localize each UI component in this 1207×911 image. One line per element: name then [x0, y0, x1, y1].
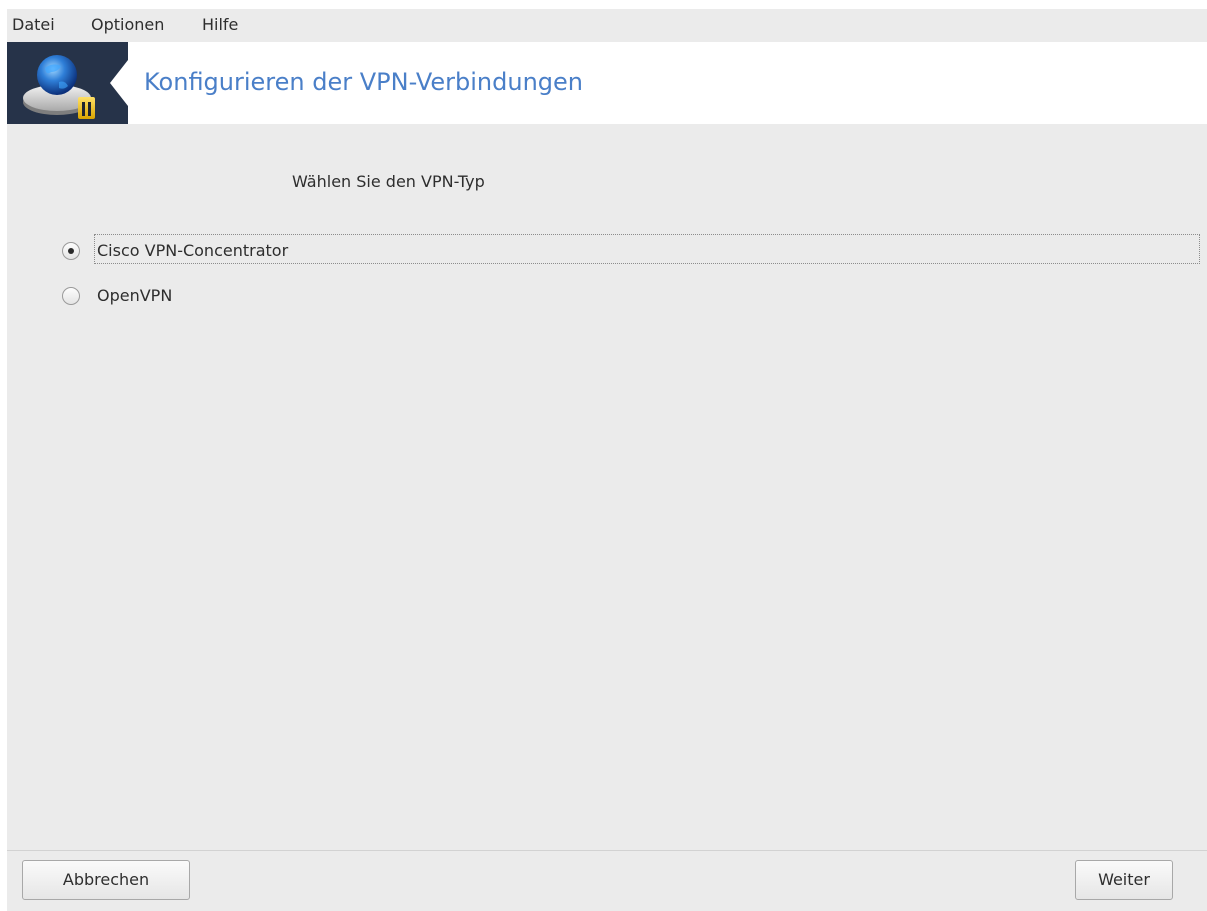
cancel-button[interactable]: Abbrechen [22, 860, 190, 900]
header-banner: Konfigurieren der VPN-Verbindungen [7, 42, 1207, 124]
instruction-text: Wählen Sie den VPN-Typ [292, 172, 485, 191]
vpn-network-globe-lock-icon [23, 55, 128, 119]
radio-label-openvpn[interactable]: OpenVPN [95, 284, 174, 307]
radio-selected-dot [68, 248, 74, 254]
next-button[interactable]: Weiter [1075, 860, 1173, 900]
menu-optionen[interactable]: Optionen [91, 15, 164, 34]
radio-option-cisco[interactable]: Cisco VPN-Concentrator [62, 234, 1207, 266]
menu-hilfe[interactable]: Hilfe [202, 15, 238, 34]
page-title: Konfigurieren der VPN-Verbindungen [144, 68, 584, 96]
radio-button-cisco[interactable] [62, 242, 80, 260]
footer-separator [7, 850, 1207, 851]
wizard-window: Datei Optionen Hilfe Konfigurieren der V… [7, 9, 1207, 911]
menubar: Datei Optionen Hilfe [7, 9, 1207, 42]
radio-option-openvpn[interactable]: OpenVPN [62, 279, 462, 311]
radio-button-openvpn[interactable] [62, 287, 80, 305]
radio-label-cisco[interactable]: Cisco VPN-Concentrator [95, 239, 290, 262]
menu-datei[interactable]: Datei [12, 15, 55, 34]
